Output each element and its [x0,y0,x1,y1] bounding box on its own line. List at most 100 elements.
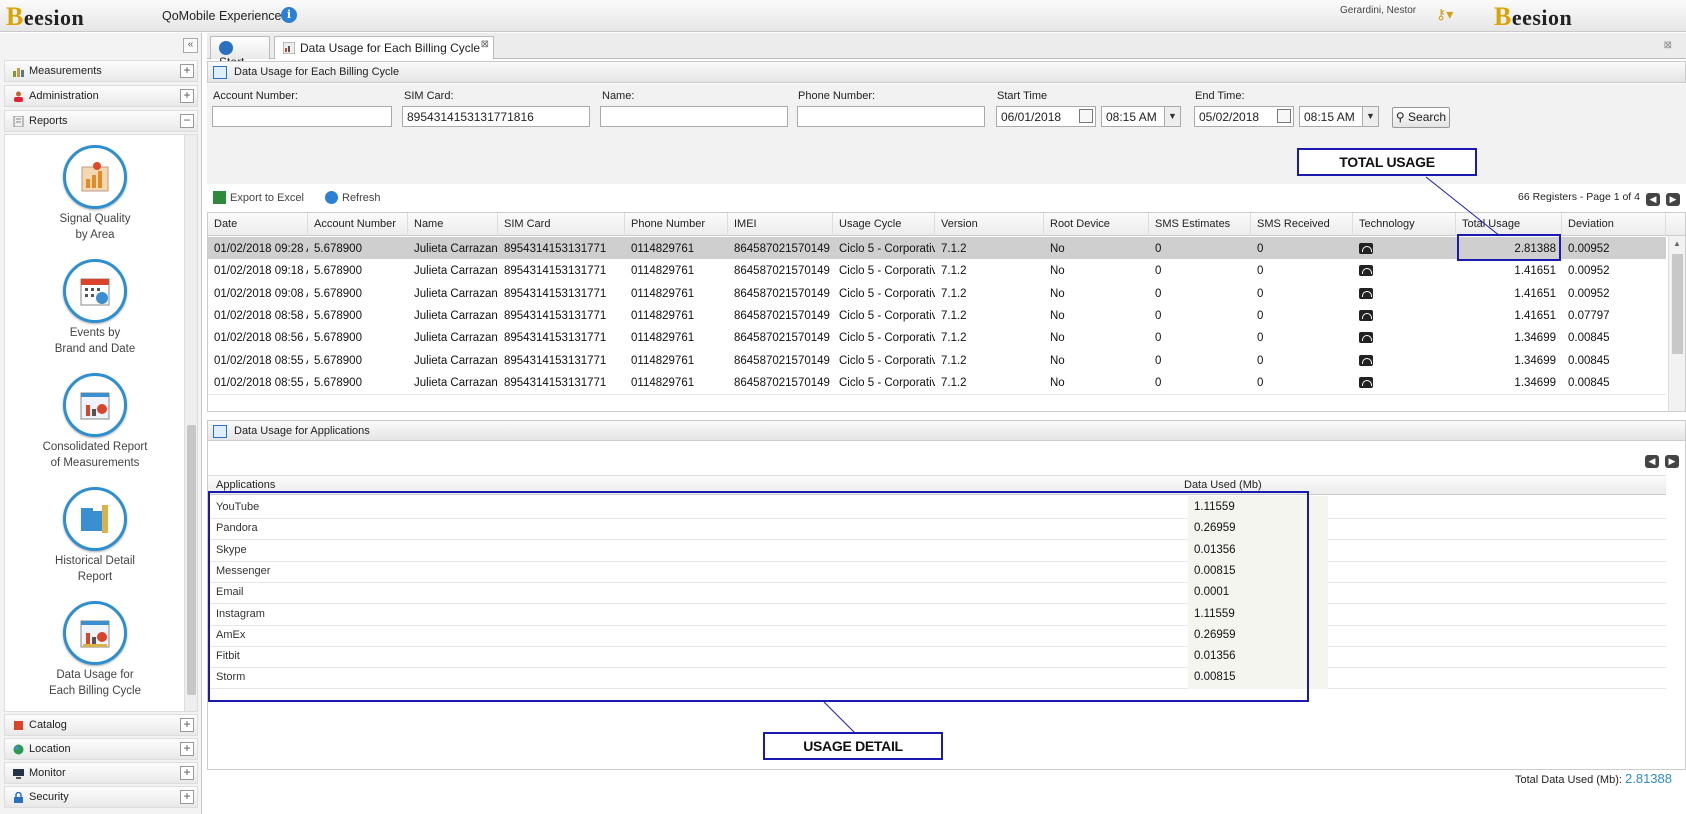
prev-page-icon[interactable]: ◀ [1646,193,1660,206]
nav-location[interactable]: Location + [4,738,198,760]
table-cell: 1.34699 [1514,376,1556,389]
scroll-thumb[interactable] [187,425,196,695]
collapse-sidebar-button[interactable]: « [183,38,198,53]
scroll-up-icon[interactable]: ▲ [1673,239,1681,248]
name-input[interactable] [600,106,788,127]
col-sim-card[interactable]: SIM Card [498,213,625,236]
table-row[interactable]: 01/02/2018 09:28 A 5.678900 Julieta Carraz… [208,237,1666,261]
close-tab-icon[interactable]: ⊠ [481,39,489,50]
table-cell: 0 [1155,265,1162,278]
report-data-usage[interactable]: Data Usage for Each Billing Cycle [5,601,185,699]
col-account-number[interactable]: Account Number [308,213,408,236]
nav-measurements[interactable]: Measurements + [4,60,198,82]
col-sms-received[interactable]: SMS Received [1251,213,1353,236]
refresh-icon [325,191,338,204]
expand-icon[interactable]: + [180,64,194,78]
next-page-icon[interactable]: ▶ [1665,455,1679,468]
detail-pager: ◀ ▶ [1639,453,1679,468]
nav-monitor[interactable]: Monitor + [4,762,198,784]
collapse-icon[interactable]: − [180,114,194,128]
chevron-down-icon[interactable]: ▼ [1362,107,1378,126]
total-usage-callout: TOTAL USAGE [1297,148,1477,176]
col-deviation[interactable]: Deviation [1562,213,1666,236]
chevron-down-icon[interactable]: ▼ [1164,107,1180,126]
nav-catalog[interactable]: Catalog + [4,714,198,736]
table-row[interactable]: 01/02/2018 08:56 A 5.678900 Julieta Carraz… [208,326,1666,351]
tab-data-usage[interactable]: Data Usage for Each Billing Cycle ⊠ [274,36,494,59]
table-cell: 1.41651 [1514,309,1556,322]
globe-icon [13,744,24,755]
table-cell: 7.1.2 [941,243,967,255]
nav-reports[interactable]: Reports − [4,110,198,132]
wifi-icon [1353,371,1456,395]
wifi-icon [1359,265,1373,277]
refresh-button[interactable]: Refresh [325,191,381,204]
search-button[interactable]: ⚲ Search [1392,107,1450,128]
col-root-device[interactable]: Root Device [1044,213,1149,236]
table-cell: No [1050,243,1065,255]
prev-page-icon[interactable]: ◀ [1645,455,1659,468]
calendar-icon[interactable] [1079,109,1093,123]
info-icon[interactable]: i [281,7,297,23]
sim-card-input[interactable] [402,106,590,127]
table-cell: 5.678900 [314,332,362,345]
table-cell: Ciclo 5 - Corporativ [839,354,935,367]
key-icon[interactable]: ⚷▾ [1436,6,1453,23]
signal-quality-icon [63,145,127,209]
table-cell: Ciclo 5 - Corporativ [839,376,935,389]
data-usage-icon [63,601,127,665]
col-usage-cycle[interactable]: Usage Cycle [833,213,935,236]
phone-number-input[interactable] [797,106,985,127]
table-row[interactable]: 01/02/2018 08:58 A 5.678900 Julieta Carraz… [208,303,1666,328]
calendar-icon[interactable] [1277,109,1291,123]
start-time-label: Start Time [997,90,1048,102]
table-cell: 5.678900 [314,287,362,300]
reports-panel: Signal Quality by Area Events by Brand a… [4,134,198,712]
table-cell: 01/02/2018 08:55 A [214,354,308,367]
report-historical-detail[interactable]: Historical Detail Report [5,487,185,585]
tab-start[interactable]: Start [210,36,270,69]
table-row[interactable]: 01/02/2018 08:55 A 5.678900 Julieta Carraz… [208,348,1666,373]
wifi-icon [1353,282,1456,306]
table-cell: Julieta Carrazana [414,376,498,389]
report-signal-quality[interactable]: Signal Quality by Area [5,145,185,243]
table-cell: Julieta Carrazana [414,243,498,255]
sidebar-scrollbar[interactable] [184,135,197,711]
scroll-thumb[interactable] [1672,254,1683,354]
nav-security[interactable]: Security + [4,786,198,808]
col-technology[interactable]: Technology [1353,213,1456,236]
table-row[interactable]: 01/02/2018 09:08 A 5.678900 Julieta Carraz… [208,281,1666,306]
nav-administration[interactable]: Administration + [4,85,198,107]
report-consolidated[interactable]: Consolidated Report of Measurements [5,373,185,471]
col-imei[interactable]: IMEI [728,213,833,236]
table-cell: 01/02/2018 09:18 A [214,265,308,278]
tab-bar: Start Data Usage for Each Billing Cycle … [207,33,1686,69]
report-events-by-brand[interactable]: Events by Brand and Date [5,259,185,357]
expand-icon[interactable]: + [180,89,194,103]
table-cell: 0 [1257,243,1264,255]
table-row[interactable]: 01/02/2018 09:18 A 5.678900 Julieta Carraz… [208,259,1666,284]
expand-icon[interactable]: + [180,718,194,732]
account-number-input[interactable] [212,106,392,127]
col-sms-estimates[interactable]: SMS Estimates [1149,213,1251,236]
col-name[interactable]: Name [408,213,498,236]
grid-scrollbar[interactable]: ▲ [1668,236,1685,411]
close-all-icon[interactable]: ⊠ [1664,40,1672,51]
col-phone-number[interactable]: Phone Number [625,213,728,236]
export-excel-button[interactable]: Export to Excel [213,191,304,204]
expand-icon[interactable]: + [180,742,194,756]
col-version[interactable]: Version [935,213,1044,236]
table-cell: 0 [1257,354,1264,367]
col-total-usage[interactable]: Total Usage [1456,213,1562,236]
table-row[interactable]: 01/02/2018 08:55 A 5.678900 Julieta Carraz… [208,370,1666,395]
panel-header: Data Usage for Each Billing Cycle [207,61,1686,83]
next-page-icon[interactable]: ▶ [1666,193,1680,206]
expand-icon[interactable]: + [180,790,194,804]
expand-icon[interactable]: + [180,766,194,780]
chart-icon [13,68,24,77]
excel-icon [213,191,226,204]
table-cell: 01/02/2018 09:08 A [214,287,308,300]
col-date[interactable]: Date [208,213,308,236]
table-cell: 8954314153131771 [504,376,607,389]
user-name[interactable]: Gerardini, Nestor [1340,5,1416,16]
